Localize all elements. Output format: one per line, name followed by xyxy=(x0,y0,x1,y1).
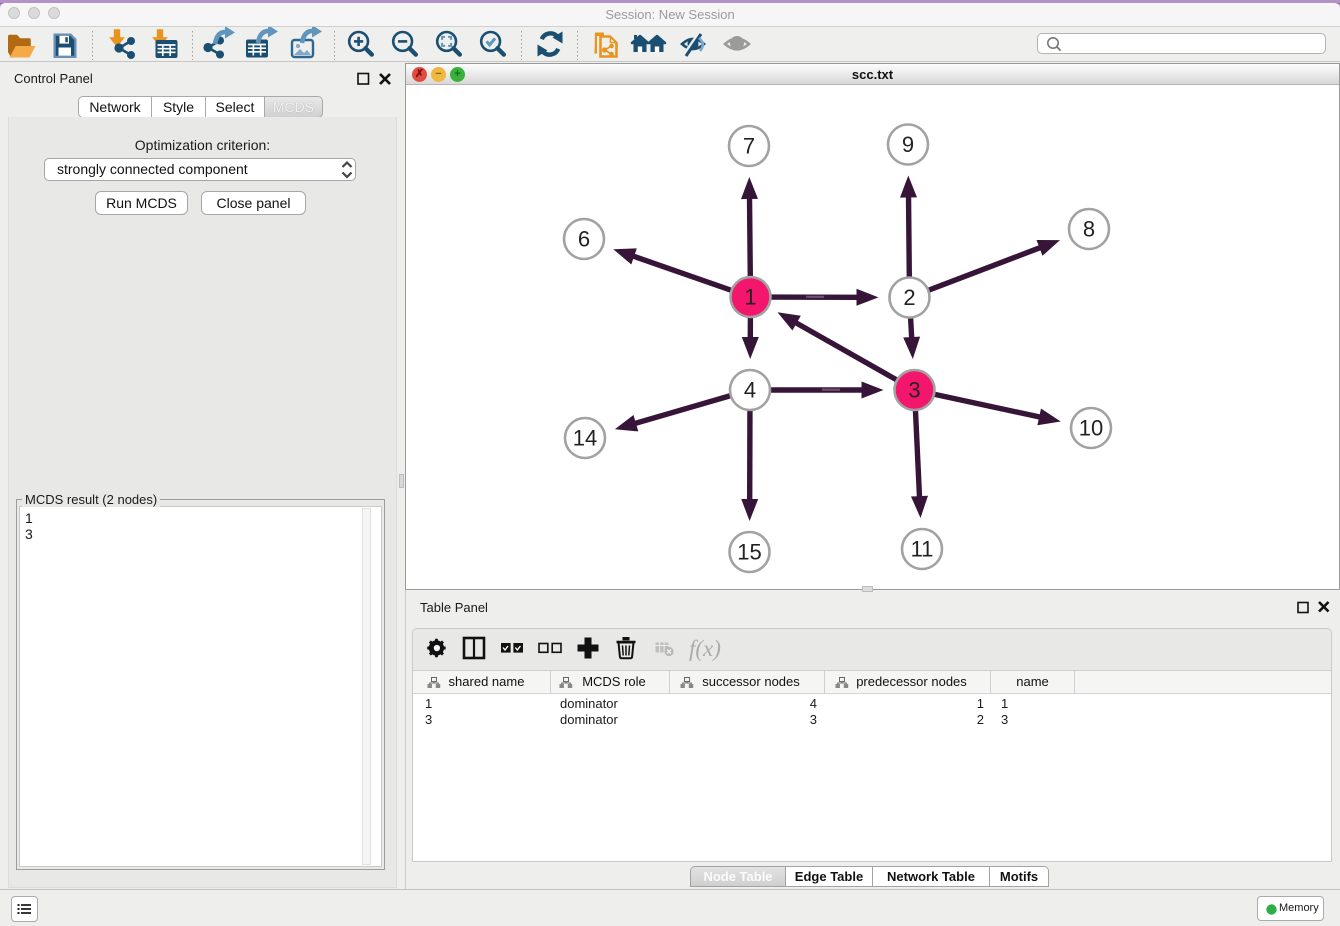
svg-text:6: 6 xyxy=(578,227,590,252)
svg-text:11: 11 xyxy=(911,537,934,562)
svg-text:7: 7 xyxy=(743,134,755,159)
svg-text:9: 9 xyxy=(902,132,914,157)
svg-text:1: 1 xyxy=(744,285,756,310)
svg-text:2: 2 xyxy=(903,285,915,310)
svg-text:f(x): f(x) xyxy=(689,636,721,661)
svg-text:14: 14 xyxy=(573,426,597,451)
svg-text:3: 3 xyxy=(908,378,920,403)
svg-text:15: 15 xyxy=(737,540,761,565)
svg-text:10: 10 xyxy=(1079,416,1103,441)
svg-text:4: 4 xyxy=(744,378,756,403)
svg-text:8: 8 xyxy=(1083,217,1095,242)
